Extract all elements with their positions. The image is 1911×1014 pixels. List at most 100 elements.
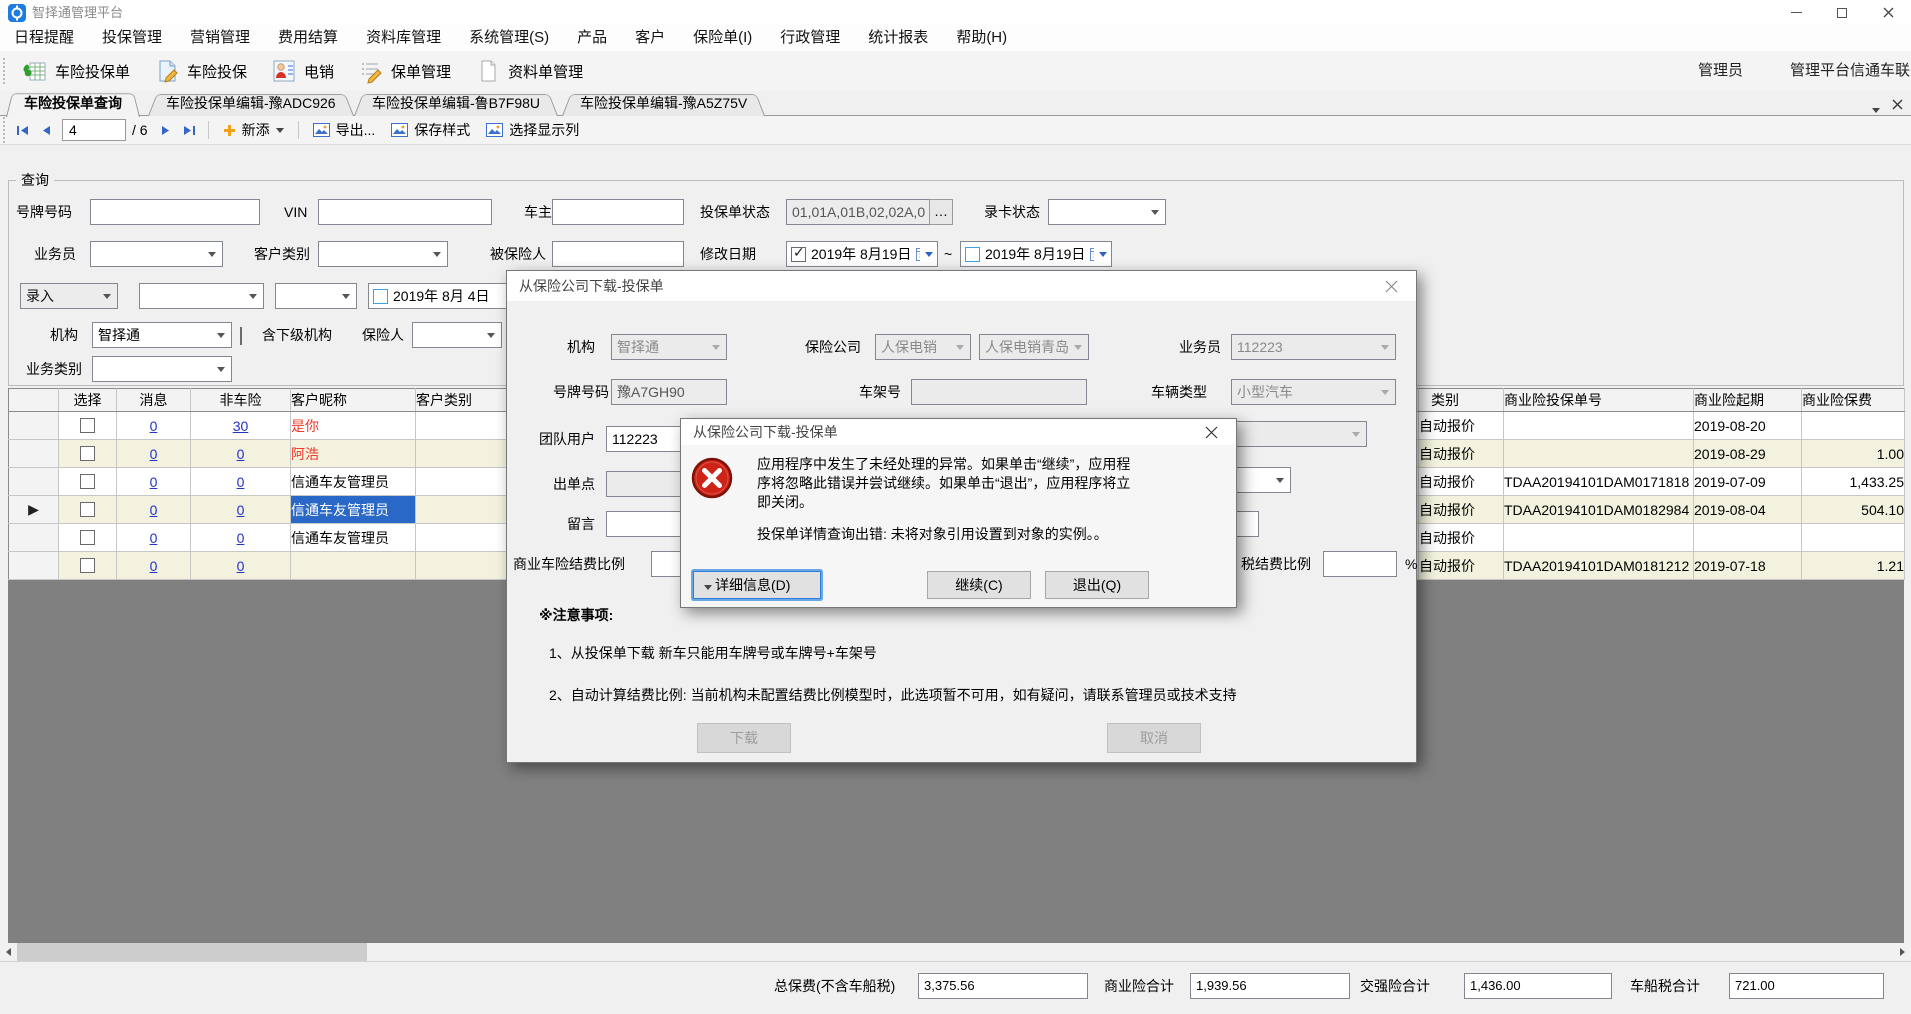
insurer-select[interactable] <box>412 322 502 348</box>
vin-input[interactable] <box>318 199 492 225</box>
toolbtn-policy-manage[interactable]: 保单管理 <box>346 51 463 91</box>
non-auto-link[interactable]: 0 <box>190 467 291 496</box>
error-dialog-close-button[interactable] <box>1196 419 1226 445</box>
row-checkbox[interactable] <box>80 530 95 545</box>
horizontal-scrollbar[interactable] <box>0 943 1911 961</box>
dlg-org-select[interactable]: 智择通 <box>611 334 727 360</box>
dlg-plate-input[interactable]: 豫A7GH90 <box>611 379 727 405</box>
message-link[interactable]: 0 <box>116 411 191 440</box>
minimize-button[interactable] <box>1773 0 1819 25</box>
dlg-outlet-input[interactable] <box>606 471 684 497</box>
choose-columns-button[interactable]: 选择显示列 <box>478 118 587 142</box>
menu-system[interactable]: 系统管理(S) <box>455 25 563 51</box>
chevron-down-icon[interactable] <box>925 251 933 257</box>
policy-no-cell[interactable] <box>1503 411 1694 440</box>
close-button[interactable] <box>1865 0 1911 25</box>
toolbtn-policy-entry[interactable]: 车险投保 <box>142 51 259 91</box>
dlg-insurer-select-2[interactable]: 人保电销青岛 <box>979 334 1089 360</box>
row-checkbox[interactable] <box>80 474 95 489</box>
col-start-date[interactable]: 商业险起期 <box>1693 388 1802 412</box>
nickname-cell-selected[interactable]: 信通车友管理员 <box>290 495 416 524</box>
menu-database[interactable]: 资料库管理 <box>352 25 455 51</box>
premium-cell[interactable]: 1,433.25 <box>1801 467 1905 496</box>
org-select[interactable]: 智择通 <box>92 322 232 348</box>
menu-marketing[interactable]: 营销管理 <box>176 25 264 51</box>
dlg-cancel-button[interactable]: 取消 <box>1107 723 1201 753</box>
card-status-select[interactable] <box>1048 199 1166 225</box>
row-checkbox[interactable] <box>80 558 95 573</box>
toolbtn-policy-list[interactable]: 车险投保单 <box>10 51 142 91</box>
policy-status-input[interactable]: 01,01A,01B,02,02A,0 <box>786 199 930 225</box>
error-dialog-titlebar[interactable]: 从保险公司下载-投保单 <box>681 419 1236 445</box>
premium-cell[interactable]: 1.21 <box>1801 551 1905 580</box>
biz-type-select[interactable] <box>92 356 232 382</box>
col-premium[interactable]: 商业险保费 <box>1801 388 1905 412</box>
date-checkbox-unchecked[interactable] <box>965 246 980 262</box>
row-select-cell[interactable] <box>58 523 117 552</box>
policy-no-cell[interactable]: TDAA20194101DAM0181212 <box>1503 551 1694 580</box>
menu-schedule[interactable]: 日程提醒 <box>0 25 88 51</box>
menu-help[interactable]: 帮助(H) <box>942 25 1021 51</box>
menu-reports[interactable]: 统计报表 <box>854 25 942 51</box>
premium-cell[interactable] <box>1801 523 1905 552</box>
menu-customer[interactable]: 客户 <box>621 25 679 51</box>
start-date-cell[interactable]: 2019-07-18 <box>1693 551 1802 580</box>
dlg-download-button[interactable]: 下载 <box>697 723 791 753</box>
menu-admin[interactable]: 行政管理 <box>766 25 854 51</box>
start-date-cell[interactable]: 2019-08-04 <box>1693 495 1802 524</box>
menu-product[interactable]: 产品 <box>563 25 621 51</box>
row-select-cell[interactable] <box>58 467 117 496</box>
entry-type-select[interactable]: 录入 <box>20 283 118 309</box>
plate-input[interactable] <box>90 199 260 225</box>
policy-no-cell[interactable] <box>1503 439 1694 468</box>
row-select-cell[interactable] <box>58 551 117 580</box>
quote-type-cell[interactable]: 自动报价 <box>1418 551 1504 580</box>
col-nickname[interactable]: 客户昵称 <box>290 388 416 412</box>
message-link[interactable]: 0 <box>116 467 191 496</box>
row-checkbox[interactable] <box>80 446 95 461</box>
add-record-button[interactable]: 新添 <box>215 118 292 142</box>
dlg-frame-input[interactable] <box>911 379 1087 405</box>
download-dialog-titlebar[interactable]: 从保险公司下载-投保单 <box>507 271 1416 301</box>
last-record-button[interactable] <box>178 119 202 141</box>
start-date-cell[interactable]: 2019-08-29 <box>1693 439 1802 468</box>
modify-date-to[interactable]: 2019年 8月19日 <box>960 241 1112 267</box>
start-date-cell[interactable]: 2019-07-09 <box>1693 467 1802 496</box>
menu-fee-settle[interactable]: 费用结算 <box>264 25 352 51</box>
row-select-cell[interactable] <box>58 495 117 524</box>
save-style-button[interactable]: 保存样式 <box>383 118 478 142</box>
nickname-cell[interactable] <box>290 551 416 580</box>
export-button[interactable]: 导出... <box>305 118 384 142</box>
nickname-cell[interactable]: 是你 <box>290 411 416 440</box>
col-policy-no[interactable]: 商业险投保单号 <box>1503 388 1694 412</box>
scroll-left-button[interactable] <box>0 943 17 961</box>
modify-date-from[interactable]: ✓ 2019年 8月19日 <box>786 241 938 267</box>
nickname-cell[interactable]: 阿浩 <box>290 439 416 468</box>
row-checkbox[interactable] <box>80 418 95 433</box>
scrollbar-thumb[interactable] <box>17 943 367 961</box>
record-position-input[interactable]: 4 <box>62 119 126 141</box>
include-sub-checkbox[interactable] <box>240 327 242 345</box>
dlg-tax-ratio-input[interactable] <box>1323 551 1397 577</box>
entry-select-3[interactable] <box>275 283 357 309</box>
policy-status-more-button[interactable]: … <box>929 199 953 225</box>
quote-type-cell[interactable]: 自动报价 <box>1418 439 1504 468</box>
tab-close-button[interactable] <box>1892 97 1903 113</box>
customer-type-select[interactable] <box>318 241 448 267</box>
col-quote-type[interactable]: 类别 <box>1418 388 1504 412</box>
tab-policy-query[interactable]: 车险投保单查询 <box>6 91 140 117</box>
non-auto-link[interactable]: 0 <box>190 439 291 468</box>
entry-select-2[interactable] <box>139 283 264 309</box>
menu-policy[interactable]: 保险单(I) <box>679 25 766 51</box>
dlg-salesman-select[interactable]: 112223 <box>1231 334 1396 360</box>
non-auto-link[interactable]: 0 <box>190 523 291 552</box>
non-auto-link[interactable]: 0 <box>190 495 291 524</box>
policy-no-cell[interactable]: TDAA20194101DAM0171818 <box>1503 467 1694 496</box>
menu-insure-manage[interactable]: 投保管理 <box>88 25 176 51</box>
tab-policy-edit-3[interactable]: 车险投保单编辑-豫A5Z75V <box>562 92 766 116</box>
start-date-cell[interactable] <box>1693 523 1802 552</box>
toolbtn-telemarketing[interactable]: 电销 <box>259 51 346 91</box>
quote-type-cell[interactable]: 自动报价 <box>1418 523 1504 552</box>
dlg-team-input[interactable]: 112223 <box>606 426 684 452</box>
insured-input[interactable] <box>552 241 684 267</box>
